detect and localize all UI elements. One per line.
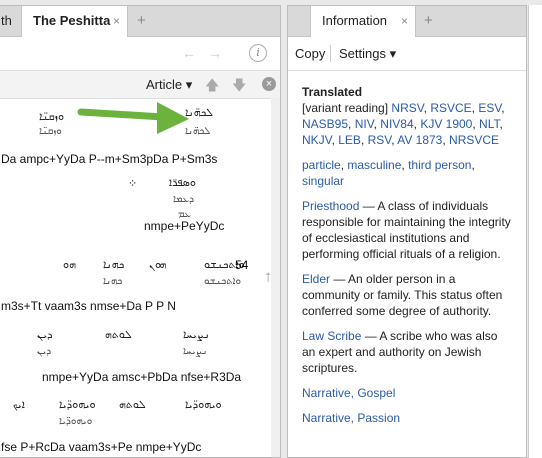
forward-icon[interactable]: → [208, 45, 222, 61]
term-link[interactable]: Elder [302, 272, 330, 286]
syriac-word[interactable]: ܘܝܗܘܕ̈ܝܐ [185, 398, 222, 412]
definition-text: — An older person in a community or fami… [302, 272, 503, 318]
arrow-down-icon[interactable]: 🡇 [232, 75, 246, 99]
close-circle-icon[interactable]: × [262, 77, 276, 91]
punctuation-mark: ⁘ [128, 178, 138, 190]
tab-peshitta-label: The Peshitta [33, 13, 111, 28]
right-tab-bar: Information × + [288, 6, 526, 37]
panel-menu-handle[interactable] [288, 6, 310, 36]
scroll-marker-icon: ⭡ [265, 269, 272, 285]
variant-label: [variant reading] [302, 101, 389, 115]
grammar-tags: particle, masculine, third person, singu… [302, 158, 475, 188]
version-link[interactable]: NASB95 [302, 117, 348, 131]
syriac-lemma: ܘܝܗܘܕ̈ܝܐ [59, 416, 93, 427]
version-link[interactable]: NIV [355, 117, 374, 131]
settings-label: Settings [339, 46, 386, 61]
grammar-link[interactable]: masculine [347, 158, 401, 172]
version-link[interactable]: NLT [479, 117, 499, 131]
version-link[interactable]: RSVCE [430, 101, 471, 115]
article-dropdown[interactable]: Article ▾ [146, 77, 192, 93]
translation-versions: [variant reading] NRSV, RSVCE, ESV, NASB… [302, 101, 505, 147]
grammar-link[interactable]: singular [302, 174, 344, 188]
version-link[interactable]: NKJV [302, 133, 332, 147]
term-link[interactable]: Priesthood [302, 199, 359, 213]
narrative-link[interactable]: Narrative, Passion [302, 411, 400, 425]
grammar-link[interactable]: third person [408, 158, 471, 172]
syriac-word[interactable]: ܕܝܢ [37, 328, 53, 342]
article-label: Article [146, 77, 183, 92]
narrative-passion: Narrative, Passion [302, 410, 512, 426]
left-toolbar: ← → i [0, 37, 280, 70]
help-icon[interactable]: i [249, 44, 267, 62]
tab-partial[interactable]: th [0, 6, 21, 36]
syriac-word[interactable]: ܗܘܢ [149, 258, 166, 272]
morph-line: Da ampc+YyDa P--m+Sm3pDa P+Sm3s [1, 152, 218, 166]
term-link[interactable]: Law Scribe [302, 329, 361, 343]
settings-dropdown[interactable]: Settings ▾ [339, 46, 396, 62]
syriac-word[interactable]: ܗܘ [63, 258, 76, 272]
syriac-word[interactable]: ܘܝܗܘܕ̈ܝܐ [59, 398, 96, 412]
annotation-arrow [77, 102, 189, 134]
copy-button[interactable]: Copy [295, 46, 325, 61]
narrative-link[interactable]: Narrative, Gospel [302, 386, 395, 400]
definition-law-scribe: Law Scribe — A scribe who was also an ex… [302, 328, 512, 376]
syriac-lemma: ܘܙܩܢ̈ܐ [39, 126, 62, 137]
version-link[interactable]: NIV84 [380, 117, 413, 131]
back-icon[interactable]: ← [182, 45, 196, 61]
morph-line: nmpe+PeYyDc [144, 219, 225, 233]
tab-information-label: Information [322, 13, 388, 28]
left-tab-bar: th The Peshitta × + [0, 6, 280, 37]
version-link[interactable]: NRSV [391, 101, 423, 115]
tab-information[interactable]: Information × [310, 6, 416, 37]
close-icon[interactable]: × [113, 6, 120, 36]
syriac-word[interactable]: ܢܨܝܚܐ [183, 328, 210, 342]
chevron-down-icon: ▾ [185, 77, 193, 92]
grammar-link[interactable]: particle [302, 158, 341, 172]
bible-text-pane: th The Peshitta × + ← → i Article ▾ 🡅 🡇 … [0, 5, 281, 458]
background-window-edge [528, 5, 542, 458]
version-link[interactable]: RSV [368, 133, 392, 147]
text-scrollbar[interactable]: ⭡ [265, 97, 280, 457]
definition-priesthood: Priesthood — A class of individuals resp… [302, 198, 512, 262]
syriac-word[interactable]: ܘܙܩܢ̈ܐ [39, 110, 64, 124]
definition-elder: Elder — An older person in a community o… [302, 271, 512, 319]
version-link[interactable]: ESV [478, 101, 501, 115]
syriac-lemma: ܕܥܡܐ [173, 194, 195, 205]
tab-peshitta[interactable]: The Peshitta × [21, 6, 128, 37]
info-heading: Translated [302, 85, 363, 99]
syriac-lemma: ܘܐܬܟܢܫܘ [204, 276, 242, 287]
tab-partial-label: th [1, 13, 12, 28]
syriac-word[interactable]: ܘܣܦܪ̈ܐ [169, 176, 196, 190]
add-tab-icon[interactable]: + [137, 6, 146, 36]
divider [330, 45, 331, 62]
morph-line: nmpe+YyDa amsc+PbDa nfse+R3Da [42, 370, 242, 384]
version-link[interactable]: AV 1873 [397, 133, 442, 147]
morph-line: fse P+RcDa vaam3s+Pe nmpe+YyDc [1, 440, 202, 454]
syriac-lemma: ܢܨܝܚܐ [183, 346, 208, 357]
narrative-gospel: Narrative, Gospel [302, 385, 512, 401]
verse-number: 54 [235, 258, 249, 272]
info-content: Translated [variant reading] NRSV, RSVCE… [302, 84, 512, 435]
add-tab-icon[interactable]: + [424, 6, 433, 36]
version-link[interactable]: NRSVCE [449, 133, 499, 147]
morph-line: m3s+Tt vaam3s nmse+Da P P N [1, 299, 176, 313]
syriac-word[interactable]: ܐܝܟ [13, 398, 25, 412]
arrow-up-icon[interactable]: 🡅 [205, 75, 219, 99]
syriac-word[interactable]: ܠܘܬܗ [119, 398, 146, 412]
syriac-word[interactable]: ܠܘܬܗ [105, 328, 132, 342]
right-toolbar: Copy Settings ▾ [288, 37, 526, 71]
information-pane: Information × + Copy Settings ▾ Translat… [287, 5, 527, 458]
chevron-down-icon: ▾ [389, 46, 397, 61]
syriac-lemma: ܟܗܢܐ [103, 276, 123, 287]
close-icon[interactable]: × [401, 6, 408, 36]
syriac-lemma: ܕܝܢ [37, 346, 52, 357]
syriac-word[interactable]: ܟܗܢܐ [103, 258, 124, 272]
version-link[interactable]: LEB [338, 133, 361, 147]
version-link[interactable]: KJV 1900 [420, 117, 472, 131]
article-bar: Article ▾ 🡅 🡇 × [0, 70, 280, 99]
